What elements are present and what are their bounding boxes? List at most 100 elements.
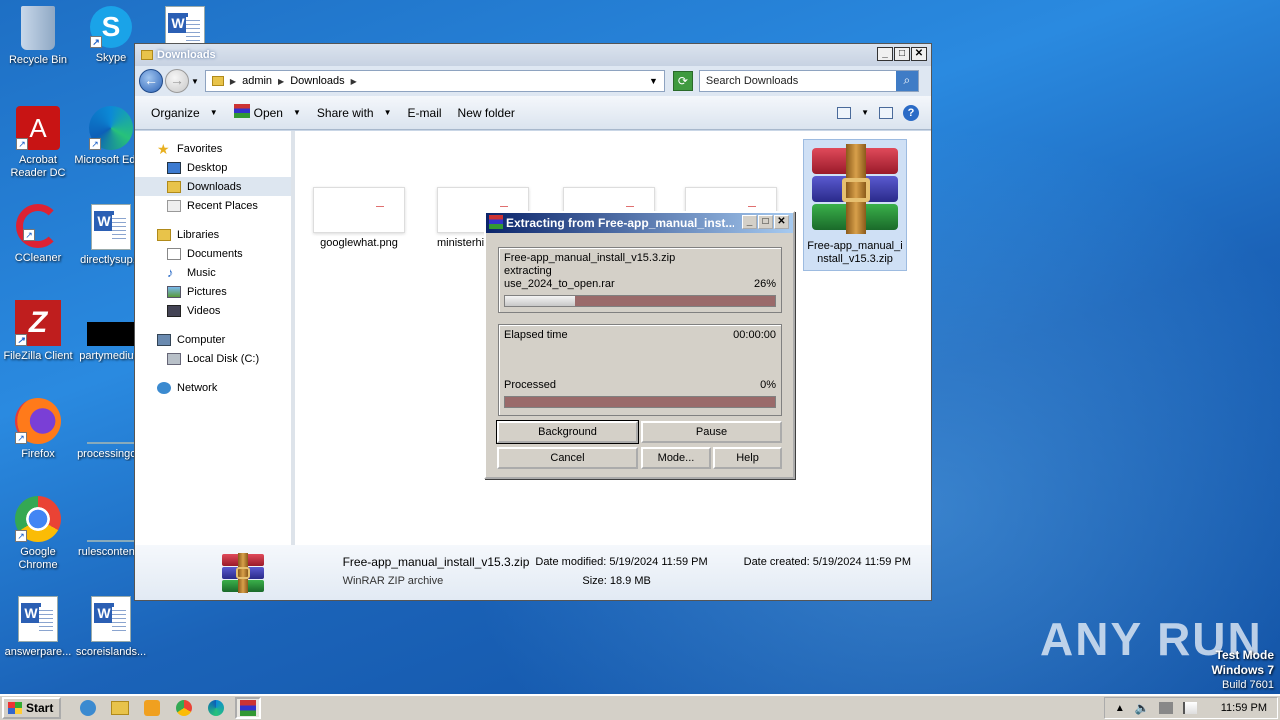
documents-icon	[167, 247, 181, 260]
view-options-icon[interactable]	[837, 106, 852, 119]
processed-percent: 0%	[760, 379, 776, 391]
desktop-icon-firefox[interactable]: ↗ Firefox	[0, 398, 76, 461]
current-file-name: use_2024_to_open.rar	[504, 278, 615, 290]
breadcrumb-downloads[interactable]: Downloads	[290, 75, 344, 87]
file-item-selected-archive[interactable]: Free-app_manual_install_v15.3.zip	[803, 139, 907, 271]
maximize-button[interactable]: □	[758, 215, 773, 229]
processed-progress-bar	[504, 396, 776, 408]
maximize-button[interactable]: □	[894, 47, 910, 61]
videos-icon	[167, 304, 181, 317]
winrar-extract-dialog: Extracting from Free-app_manual_inst... …	[484, 211, 795, 479]
volume-icon[interactable]: 🔈	[1135, 702, 1150, 714]
hard-drive-icon	[167, 352, 181, 365]
file-item[interactable]: googlewhat.png	[309, 187, 409, 249]
winrar-icon	[489, 215, 503, 229]
address-bar[interactable]: ▶ admin ▶ Downloads ▶ ▼	[204, 70, 665, 92]
nav-recent-places[interactable]: Recent Places	[135, 196, 291, 215]
desktop-icon-chrome[interactable]: ↗ Google Chrome	[0, 496, 76, 572]
nav-documents[interactable]: Documents	[135, 244, 291, 263]
nav-videos[interactable]: Videos	[135, 301, 291, 320]
recycle-bin-icon	[21, 6, 55, 50]
taskbar-ie[interactable]	[75, 697, 101, 719]
cancel-button[interactable]: Cancel	[497, 447, 638, 469]
help-icon[interactable]: ?	[903, 104, 919, 121]
elapsed-value: 00:00:00	[733, 329, 776, 341]
chrome-icon	[176, 700, 193, 716]
chevron-right-icon[interactable]: ▶	[278, 77, 284, 86]
recent-places-icon	[167, 199, 181, 212]
dialog-titlebar[interactable]: Extracting from Free-app_manual_inst... …	[486, 213, 793, 233]
taskbar-winrar[interactable]	[235, 697, 262, 719]
search-icon[interactable]: ⌕	[895, 71, 918, 91]
nav-desktop[interactable]: Desktop	[135, 158, 291, 177]
chevron-right-icon[interactable]: ▶	[230, 77, 236, 86]
taskbar-chrome[interactable]	[171, 697, 197, 719]
nav-pictures[interactable]: Pictures	[135, 282, 291, 301]
firefox-icon: ↗	[15, 398, 61, 444]
internet-explorer-icon	[80, 700, 97, 716]
nav-music[interactable]: ♪ Music	[135, 263, 291, 282]
refresh-button[interactable]: ⟳	[672, 71, 693, 91]
nav-local-disk[interactable]: Local Disk (C:)	[135, 349, 291, 368]
show-hidden-icons-icon[interactable]: ▲	[1115, 703, 1125, 714]
winrar-icon	[233, 103, 250, 118]
chevron-right-icon[interactable]: ▶	[351, 77, 357, 86]
search-input[interactable]: Search Downloads	[700, 75, 896, 87]
background-button[interactable]: Background	[496, 420, 639, 444]
word-document-icon	[91, 204, 131, 250]
taskbar-edge[interactable]	[203, 697, 229, 719]
desktop-icon	[167, 161, 181, 174]
taskbar-explorer[interactable]	[107, 697, 133, 719]
blank-file-icon	[87, 540, 135, 542]
address-dropdown-icon[interactable]: ▼	[649, 76, 658, 86]
desktop-icon-acrobat[interactable]: A ↗ Acrobat Reader DC	[0, 106, 76, 180]
preview-pane-icon[interactable]	[879, 106, 893, 119]
open-button[interactable]: Open ▼	[228, 100, 307, 126]
desktop-icon-recycle-bin[interactable]: Recycle Bin	[0, 6, 76, 67]
explorer-titlebar[interactable]: Downloads _ □ ✕	[135, 44, 931, 66]
nav-downloads[interactable]: Downloads	[135, 177, 291, 196]
desktop-icon-filezilla[interactable]: Z ↗ FileZilla Client	[0, 300, 76, 363]
minimize-button[interactable]: _	[742, 215, 757, 229]
edge-icon	[208, 700, 225, 716]
recent-pages-dropdown-icon[interactable]: ▼	[191, 77, 199, 86]
help-button[interactable]: Help	[713, 447, 782, 469]
folder-icon	[111, 701, 130, 715]
desktop-icon-ccleaner[interactable]: ↗ CCleaner	[0, 204, 76, 265]
pause-button[interactable]: Pause	[641, 421, 782, 443]
nav-computer[interactable]: Computer	[135, 330, 291, 349]
new-folder-button[interactable]: New folder	[452, 102, 521, 124]
clock[interactable]: 11:59 PM	[1221, 702, 1267, 714]
back-button[interactable]: ←	[139, 69, 163, 93]
action-center-flag-icon[interactable]	[1182, 702, 1197, 714]
file-progress-bar	[504, 295, 776, 307]
close-button[interactable]: ✕	[911, 47, 927, 61]
organize-button[interactable]: Organize ▼	[145, 102, 224, 124]
mode-button[interactable]: Mode...	[641, 447, 711, 469]
current-file-group: Free-app_manual_install_v15.3.zip extrac…	[498, 247, 782, 313]
search-box[interactable]: Search Downloads ⌕	[698, 70, 919, 92]
libraries-icon	[157, 228, 171, 241]
winrar-icon	[240, 700, 257, 716]
details-pane: Free-app_manual_install_v15.3.zip WinRAR…	[135, 545, 931, 600]
network-icon[interactable]	[1158, 702, 1173, 714]
nav-network[interactable]: Network	[135, 378, 291, 397]
desktop-icon-answerpare[interactable]: answerpare...	[0, 596, 76, 659]
share-with-button[interactable]: Share with ▼	[311, 102, 398, 124]
windows-logo-icon	[8, 702, 22, 714]
taskbar-media-player[interactable]	[139, 697, 165, 719]
chevron-down-icon[interactable]: ▼	[861, 108, 869, 117]
email-button[interactable]: E-mail	[402, 102, 448, 124]
breadcrumb-admin[interactable]: admin	[242, 75, 272, 87]
window-title: Downloads	[157, 49, 216, 61]
minimize-button[interactable]: _	[877, 47, 893, 61]
start-button[interactable]: Start	[2, 697, 62, 719]
skype-icon: S ↗	[90, 6, 132, 48]
chrome-icon: ↗	[15, 496, 61, 542]
nav-libraries[interactable]: Libraries	[135, 225, 291, 244]
desktop-icon-scoreislands[interactable]: scoreislands...	[73, 596, 149, 659]
nav-favorites[interactable]: ★ Favorites	[135, 139, 291, 158]
forward-button[interactable]: →	[165, 69, 189, 93]
winrar-archive-icon	[808, 144, 902, 236]
close-button[interactable]: ✕	[774, 215, 789, 229]
